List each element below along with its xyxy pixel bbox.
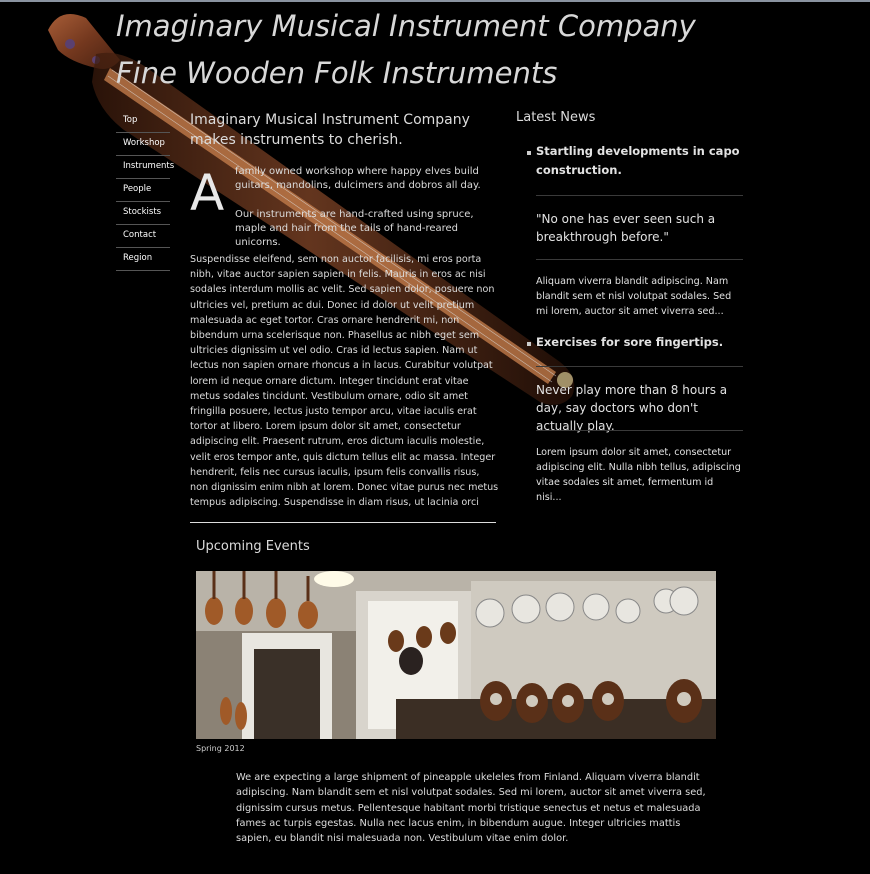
- nav-item-contact[interactable]: Contact: [116, 225, 170, 248]
- events-paragraph: We are expecting a large shipment of pin…: [236, 772, 706, 845]
- bullet-icon: [527, 151, 531, 155]
- news-divider: [536, 430, 743, 431]
- drop-cap: A: [190, 164, 225, 222]
- nav-item-people[interactable]: People: [116, 179, 170, 202]
- nav-item-region[interactable]: Region: [116, 248, 170, 271]
- body-paragraph: Suspendisse eleifend, sem non auctor fac…: [190, 254, 499, 509]
- lead-paragraph: Imaginary Musical Instrument Company mak…: [190, 112, 470, 148]
- news-divider: [536, 195, 743, 196]
- photo-caption: Spring 2012: [196, 744, 245, 753]
- site-title-line-1: Imaginary Musical Instrument Company: [116, 9, 696, 43]
- news-text-1: Aliquam viverra blandit adipiscing. Nam …: [536, 276, 732, 317]
- news-quote-1: "No one has ever seen such a breakthroug…: [536, 212, 716, 244]
- nav-item-stockists[interactable]: Stockists: [116, 202, 170, 225]
- nav-item-workshop[interactable]: Workshop: [116, 133, 170, 156]
- nav-item-instruments[interactable]: Instruments: [116, 156, 174, 179]
- news-title-1[interactable]: Startling developments in capo construct…: [536, 142, 741, 180]
- workshop-photo: [196, 571, 716, 739]
- top-border: [0, 0, 870, 2]
- events-heading: Upcoming Events: [196, 539, 310, 554]
- news-heading: Latest News: [516, 110, 596, 125]
- bullet-icon: [527, 342, 531, 346]
- intro-paragraph-2: Our instruments are hand-crafted using s…: [235, 209, 474, 248]
- news-divider: [536, 366, 743, 367]
- intro-paragraph-1: family owned workshop where happy elves …: [235, 166, 481, 191]
- content-divider: [190, 522, 496, 523]
- news-quote-2: Never play more than 8 hours a day, say …: [536, 383, 728, 433]
- nav-item-top[interactable]: Top: [116, 110, 170, 133]
- news-title-2[interactable]: Exercises for sore fingertips.: [536, 333, 741, 352]
- news-text-2: Lorem ipsum dolor sit amet, consectetur …: [536, 447, 741, 503]
- site-title-line-2: Fine Wooden Folk Instruments: [116, 56, 558, 90]
- sidebar-nav: Top Workshop Instruments People Stockist…: [116, 110, 174, 271]
- news-divider: [536, 259, 743, 260]
